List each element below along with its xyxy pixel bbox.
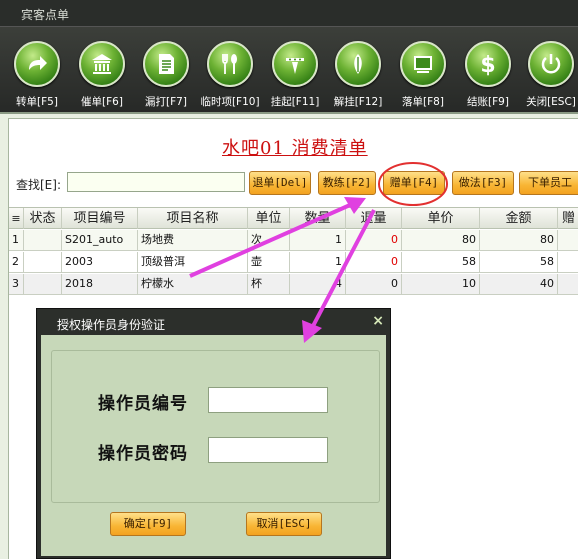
table-row[interactable]: 1 S201_auto 场地费 次 1 0 80 80 <box>9 230 578 251</box>
column-header[interactable]: 状态 <box>24 208 62 229</box>
column-header[interactable]: 单价 <box>402 208 480 229</box>
credentials-group: 操作员编号 操作员密码 <box>51 350 380 503</box>
search-input[interactable] <box>67 172 245 192</box>
place-order-button[interactable]: 落单[F8] <box>390 27 456 114</box>
bank-icon <box>79 41 125 87</box>
column-header[interactable]: 退量 <box>346 208 402 229</box>
title-bar: 宾客点单 <box>0 0 578 27</box>
column-header[interactable]: 赠 <box>558 208 578 229</box>
refund-button[interactable]: 退单[Del] <box>249 171 311 195</box>
arrow-right-icon <box>14 41 60 87</box>
cancel-button[interactable]: 取消[ESC] <box>246 512 322 536</box>
staff-button[interactable]: 下单员工 <box>519 171 578 195</box>
toolbar: 转单[F5] 催单[F6] 漏打[F7] 临时项[F10] 挂起[F11] 解挂… <box>0 27 578 114</box>
gift-button[interactable]: 赠单[F4] <box>383 171 445 195</box>
table-header: ≡ 状态 项目编号 项目名称 单位 数量 退量 单价 金额 赠 <box>9 207 578 229</box>
checkout-button[interactable]: $ 结账[F9] <box>455 27 521 114</box>
coach-button[interactable]: 教练[F2] <box>318 171 376 195</box>
svg-text:$: $ <box>480 53 495 76</box>
operator-password-label: 操作员密码 <box>98 444 188 464</box>
column-header[interactable]: 项目编号 <box>62 208 138 229</box>
auth-dialog: 授权操作员身份验证 × 操作员编号 操作员密码 确定[F9] 取消[ESC] <box>36 308 391 559</box>
column-header[interactable]: 数量 <box>290 208 346 229</box>
operator-id-label: 操作员编号 <box>98 394 188 414</box>
column-header[interactable]: 项目名称 <box>138 208 248 229</box>
bill-title: 水吧01 消费清单 <box>222 138 368 159</box>
column-header[interactable]: ≡ <box>9 208 24 229</box>
temp-item-button[interactable]: 临时项[F10] <box>197 27 263 114</box>
document-icon <box>143 41 189 87</box>
power-icon <box>528 41 574 87</box>
app-window: 宾客点单 转单[F5] 催单[F6] 漏打[F7] 临时项[F10] 挂起[F1… <box>0 0 578 559</box>
operator-password-input[interactable] <box>208 437 328 463</box>
operator-id-input[interactable] <box>208 387 328 413</box>
close-icon[interactable]: × <box>372 313 384 329</box>
dialog-body: 操作员编号 操作员密码 <box>41 335 386 556</box>
leaf-icon <box>335 41 381 87</box>
confirm-button[interactable]: 确定[F9] <box>110 512 186 536</box>
pin-icon <box>272 41 318 87</box>
missed-print-button[interactable]: 漏打[F7] <box>133 27 199 114</box>
window-title: 宾客点单 <box>21 8 70 22</box>
search-label: 查找[E]: <box>16 178 61 192</box>
unhold-button[interactable]: 解挂[F12] <box>325 27 391 114</box>
urge-button[interactable]: 催单[F6] <box>69 27 135 114</box>
column-header[interactable]: 金额 <box>480 208 558 229</box>
table-row[interactable]: 3 2018 柠檬水 杯 4 0 10 40 <box>9 274 578 295</box>
monitor-icon <box>400 41 446 87</box>
transfer-button[interactable]: 转单[F5] <box>4 27 70 114</box>
dialog-title: 授权操作员身份验证 <box>57 318 166 332</box>
fork-spoon-icon <box>207 41 253 87</box>
close-button[interactable]: 关闭[ESC] <box>518 27 578 114</box>
dollar-icon: $ <box>465 41 511 87</box>
method-button[interactable]: 做法[F3] <box>452 171 514 195</box>
hold-button[interactable]: 挂起[F11] <box>262 27 328 114</box>
column-header[interactable]: 单位 <box>248 208 290 229</box>
table-row[interactable]: 2 2003 顶级普洱 壶 1 0 58 58 <box>9 252 578 273</box>
